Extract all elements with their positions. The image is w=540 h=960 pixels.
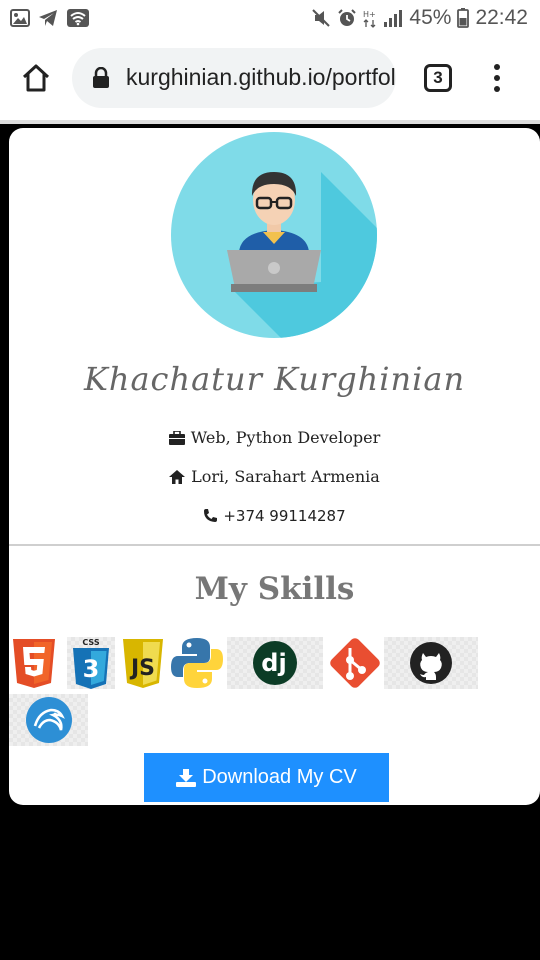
briefcase-icon [168, 430, 185, 445]
git-icon [327, 637, 383, 689]
profile-card: Khachatur Kurghinian Web, Python Develop… [9, 128, 540, 805]
javascript-icon: JS [120, 637, 166, 689]
role-line: Web, Python Developer [9, 428, 540, 447]
profile-role: Web, Python Developer [190, 428, 381, 447]
svg-text:dj: dj [261, 649, 286, 677]
profile-phone: +374 99114287 [223, 507, 346, 525]
mute-icon [312, 9, 331, 27]
css3-icon: CSS 3 [67, 637, 115, 689]
signal-icon [384, 10, 403, 27]
toolbar-divider [0, 120, 540, 124]
section-divider [9, 544, 540, 546]
address-bar[interactable]: kurghinian.github.io/portfolio [72, 48, 396, 108]
tab-switcher-button[interactable]: 3 [424, 64, 452, 92]
svg-text:CSS: CSS [82, 638, 99, 647]
browser-toolbar: kurghinian.github.io/portfolio 3 [0, 36, 540, 120]
profile-name: Khachatur Kurghinian [83, 360, 466, 398]
alarm-icon [338, 9, 357, 26]
wifi-icon [67, 9, 89, 27]
lock-icon [93, 67, 109, 88]
url-text: kurghinian.github.io/portfolio [126, 64, 396, 90]
github-icon [384, 637, 478, 689]
skills-title: My Skills [194, 571, 355, 607]
avatar [171, 132, 377, 338]
download-icon [176, 768, 197, 787]
telegram-icon [39, 10, 57, 26]
clock: 22:42 [475, 6, 528, 29]
download-cv-label: Download My CV [202, 766, 357, 788]
phone-icon [204, 509, 218, 522]
battery-percent: 45% [409, 6, 452, 29]
download-cv-button[interactable]: Download My CV [144, 753, 389, 802]
more-menu-icon[interactable] [491, 64, 503, 94]
data-hplus-icon: H+ [363, 10, 376, 28]
location-line: Lori, Sarahart Armenia [9, 467, 540, 486]
gallery-icon [10, 9, 30, 27]
battery-icon [457, 8, 470, 28]
svg-text:H+: H+ [363, 10, 376, 19]
html5-icon [9, 637, 59, 689]
django-icon: dj [227, 637, 323, 689]
kali-linux-icon [9, 694, 88, 746]
svg-text:3: 3 [83, 655, 100, 683]
profile-location: Lori, Sarahart Armenia [191, 467, 380, 486]
python-icon [169, 637, 225, 689]
status-bar: H+ 45% 22:42 [0, 0, 540, 36]
svg-text:JS: JS [129, 656, 155, 681]
home-icon [169, 469, 186, 484]
phone-line: +374 99114287 [9, 507, 540, 525]
home-icon[interactable] [20, 62, 52, 94]
